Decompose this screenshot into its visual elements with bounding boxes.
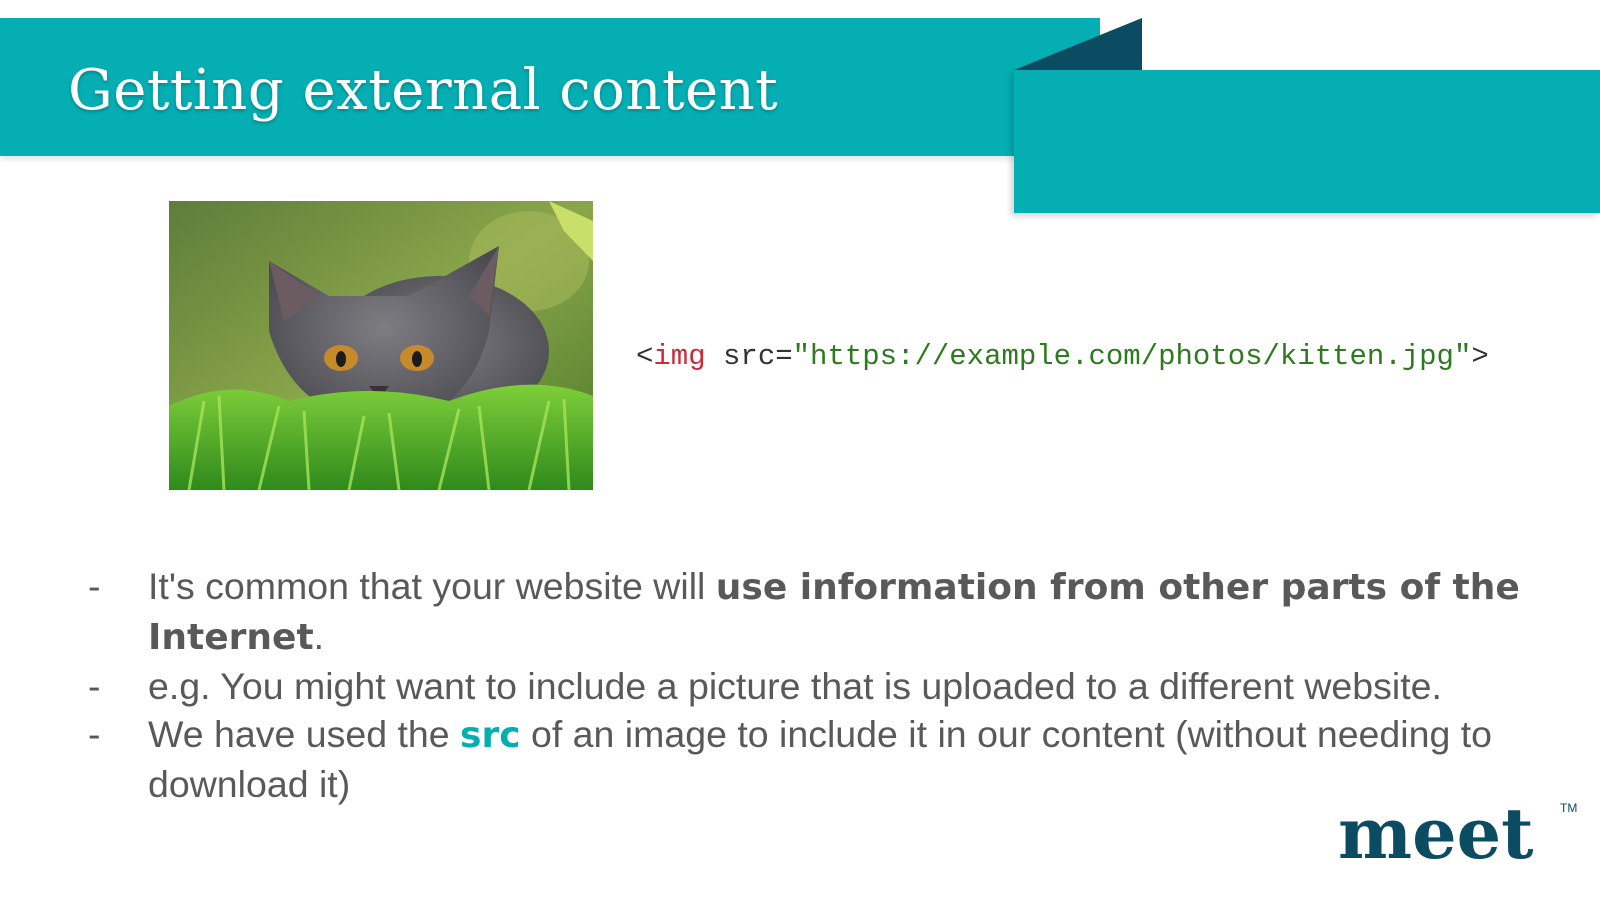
bullet-text: . xyxy=(313,615,325,657)
bullet-dash: - xyxy=(88,665,101,707)
bullet-item: - e.g. You might want to include a pictur… xyxy=(88,662,1558,710)
code-close: > xyxy=(1471,340,1489,373)
bullet-accent: src xyxy=(460,715,521,756)
meet-logo: meet TM xyxy=(1338,800,1578,880)
bullet-text: We have used the xyxy=(148,713,461,755)
code-tag: img xyxy=(653,340,706,373)
bullet-text: e.g. You might want to include a picture… xyxy=(148,665,1442,707)
bullet-dash: - xyxy=(88,713,101,755)
code-attr: src= xyxy=(705,340,793,373)
logo-text: meet xyxy=(1338,800,1533,875)
code-value: "https://example.com/photos/kitten.jpg" xyxy=(792,340,1472,373)
bullet-item: - It's common that your website will use … xyxy=(88,562,1558,662)
code-open: < xyxy=(636,340,654,373)
img-code-snippet: <img src="https://example.com/photos/kit… xyxy=(636,340,1489,373)
logo-trademark: TM xyxy=(1560,801,1577,815)
bullet-dash: - xyxy=(88,565,101,607)
ribbon-banner xyxy=(1014,70,1600,213)
kitten-photo-icon xyxy=(169,201,593,490)
bullet-list: - It's common that your website will use … xyxy=(88,562,1558,808)
bullet-text: It's common that your website will xyxy=(148,565,716,607)
meet-logo-icon: meet TM xyxy=(1338,800,1577,875)
bullet-item: - We have used the src of an image to inc… xyxy=(88,710,1558,808)
slide-title: Getting external content xyxy=(68,58,779,123)
kitten-photo xyxy=(169,201,593,490)
